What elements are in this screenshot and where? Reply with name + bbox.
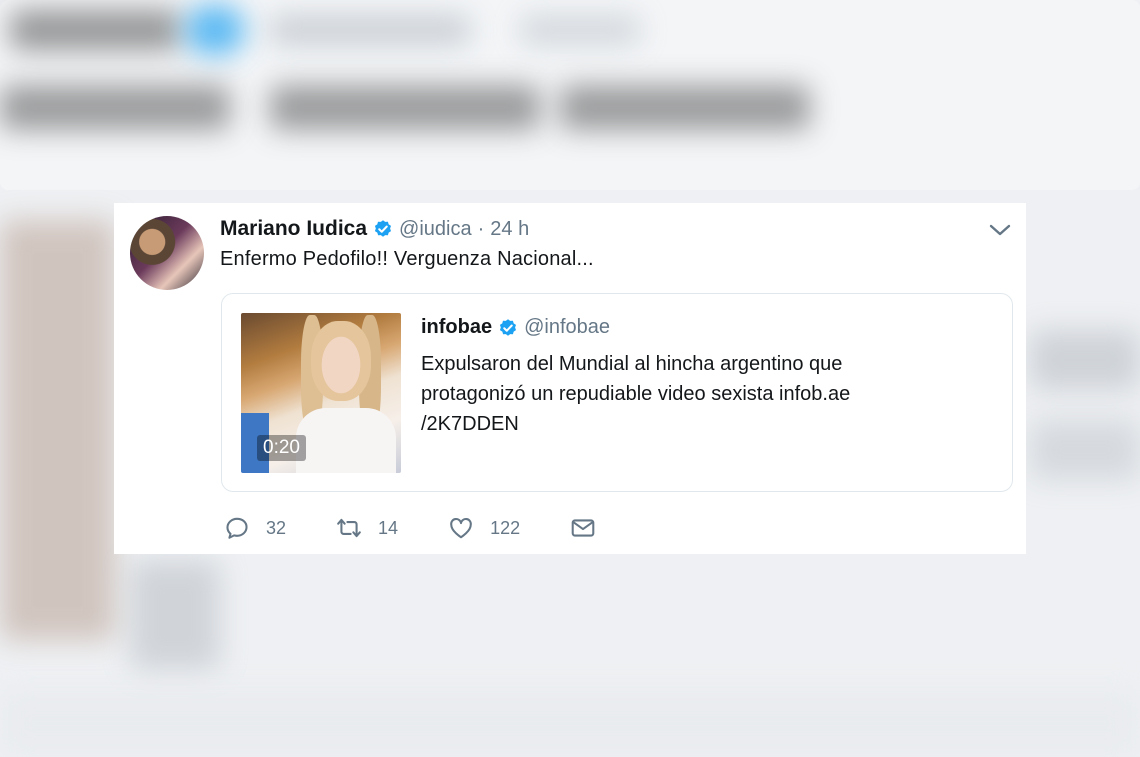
quoted-text-line: Expulsaron del Mundial al hincha argenti…: [421, 353, 843, 375]
quoted-author-handle[interactable]: @infobae: [524, 316, 610, 339]
chevron-down-icon[interactable]: [988, 221, 1012, 239]
retweet-icon: [337, 518, 361, 538]
verified-badge-icon: [500, 318, 517, 336]
tweet-text: Enfermo Pedofilo!! Verguenza Nacional...: [220, 248, 594, 270]
direct-message-button[interactable]: [570, 515, 596, 541]
retweet-button[interactable]: 14: [336, 515, 398, 541]
quoted-tweet[interactable]: 0:20 infobae @infobae Expulsaron del Mun…: [221, 293, 1013, 492]
author-handle[interactable]: @iudica: [399, 218, 472, 241]
tweet-timestamp[interactable]: 24 h: [490, 218, 529, 241]
retweet-count: 14: [378, 517, 399, 538]
quoted-header: infobae @infobae: [421, 316, 610, 339]
author-name[interactable]: Mariano Iudica: [220, 217, 367, 241]
reply-count: 32: [266, 517, 287, 538]
quoted-text-line: protagonizó un repudiable video sexista …: [421, 383, 851, 405]
envelope-icon: [571, 519, 595, 537]
tweet-card[interactable]: Mariano Iudica @iudica · 24 h Enfermo Pe…: [114, 203, 1026, 554]
heart-icon: [450, 517, 472, 539]
quoted-tweet-text: Expulsaron del Mundial al hincha argenti…: [421, 349, 981, 439]
tweet-actions: 32 14 122: [224, 515, 646, 541]
separator-dot: ·: [477, 217, 485, 240]
quoted-author-name[interactable]: infobae: [421, 316, 492, 339]
quoted-text-line: /2K7DDEN: [421, 413, 519, 435]
video-thumbnail[interactable]: 0:20: [241, 313, 401, 473]
tweet-header: Mariano Iudica @iudica · 24 h: [220, 215, 529, 243]
reply-button[interactable]: 32: [224, 515, 286, 541]
like-count: 122: [490, 517, 521, 538]
video-duration: 0:20: [257, 435, 306, 461]
avatar[interactable]: [130, 216, 204, 290]
like-button[interactable]: 122: [448, 515, 520, 541]
verified-badge-icon: [374, 220, 392, 237]
reply-icon: [226, 517, 248, 539]
